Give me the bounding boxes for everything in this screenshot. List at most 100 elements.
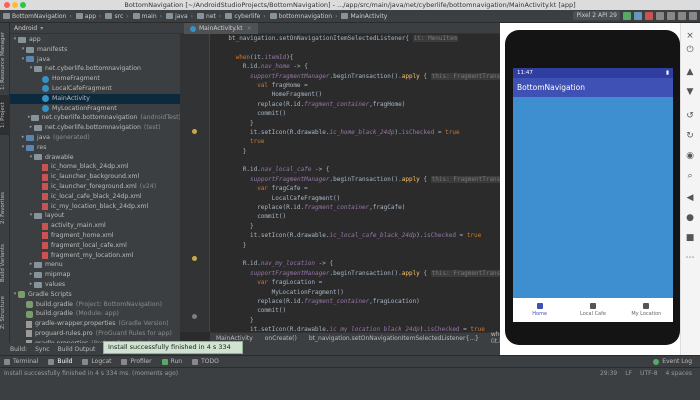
tree-item[interactable]: ▸ net.cyberlife.bottomnavigation (androidT… <box>10 113 180 123</box>
sdk-manager-icon[interactable] <box>678 11 686 20</box>
tool-tab-run[interactable]: Run <box>161 358 182 365</box>
project-view-selector[interactable]: Android ▾ <box>10 23 180 34</box>
tree-item[interactable]: ▸ menu <box>10 260 180 270</box>
more-icon[interactable]: ⋯ <box>684 253 696 263</box>
structure-tab[interactable]: Z: Structure <box>0 293 10 333</box>
tree-item[interactable]: ▸ mipmap <box>10 270 180 280</box>
tool-tab-todo[interactable]: TODO <box>192 358 219 365</box>
tree-item[interactable]: ic_home_black_24dp.xml <box>10 162 180 172</box>
device-screen[interactable]: 11:47 ▮ BottomNavigation Home Local Cafe M… <box>513 68 673 322</box>
tree-item[interactable]: ic_my_location_black_24dp.xml <box>10 202 180 212</box>
tree-item[interactable]: ▸ net.cyberlife.bottomnavigation (test) <box>10 123 180 133</box>
breadcrumb-item[interactable]: bottomnavigation › <box>269 13 337 20</box>
code-editor[interactable]: bt_navigation.setOnNavigationItemSelecte… <box>210 34 500 332</box>
tree-item[interactable]: ic_launcher_background.xml <box>10 172 180 182</box>
tree-item[interactable]: ▾ app <box>10 35 180 45</box>
power-icon[interactable]: ⏻ <box>684 45 696 55</box>
tree-item[interactable]: ▾ drawable <box>10 153 180 163</box>
tree-item[interactable]: fragment_local_cafe.xml <box>10 241 180 251</box>
device-selector[interactable]: Pixel 2 API 29 <box>573 11 620 20</box>
status-widget[interactable]: 4 spaces <box>666 370 692 377</box>
tree-item[interactable]: fragment_home.xml <box>10 231 180 241</box>
tree-item[interactable]: fragment_my_location.xml <box>10 251 180 261</box>
code-token: apply <box>401 175 420 183</box>
status-widget[interactable]: 29:39 <box>600 370 617 377</box>
install-notification[interactable]: Install successfully finished in 4 s 334… <box>103 341 243 362</box>
run-icon[interactable] <box>623 11 631 20</box>
status-message[interactable]: Install successfully finished in 4 s 334… <box>4 370 178 377</box>
tool-tab-profiler[interactable]: Profiler <box>121 358 152 365</box>
project-tab[interactable]: 1: Project <box>0 95 10 135</box>
favorites-tab[interactable]: 2: Favorites <box>0 183 10 233</box>
volume-down-icon[interactable]: ▼ <box>684 87 696 97</box>
avd-manager-icon[interactable] <box>667 11 675 20</box>
tree-item[interactable]: MainActivity <box>10 93 180 104</box>
breadcrumb-item[interactable]: java › <box>166 13 193 20</box>
tree-item[interactable]: ▾ manifests <box>10 45 180 55</box>
tree-item[interactable]: ▸ values <box>10 280 180 290</box>
close-icon[interactable]: × <box>684 31 696 41</box>
implement-marker-icon[interactable] <box>192 129 197 134</box>
bottom-nav-item-local-cafe[interactable]: Local Cafe <box>566 298 619 322</box>
event-log-tab[interactable]: Event Log <box>653 358 692 365</box>
overview-icon[interactable]: ■ <box>684 233 696 243</box>
zoom-icon[interactable]: ⌕ <box>684 171 696 181</box>
tree-item[interactable]: ▾ Gradle Scripts <box>10 290 180 300</box>
breadcrumb-item[interactable]: net › <box>197 13 221 20</box>
close-tab-icon[interactable]: × <box>247 23 252 34</box>
tree-item[interactable]: MyLocationFragment <box>10 104 180 114</box>
sync-tab[interactable]: Sync <box>35 346 49 353</box>
breadcrumb-item[interactable]: cyberlife › <box>225 13 266 20</box>
back-icon[interactable]: ◀ <box>684 193 696 203</box>
breakpoint-marker-icon[interactable] <box>192 314 197 319</box>
tree-item[interactable]: proguard-rules.pro (ProGuard Rules for ap… <box>10 329 180 339</box>
rotate-right-icon[interactable]: ↻ <box>684 131 696 141</box>
stop-icon[interactable] <box>645 11 653 20</box>
camera-icon[interactable]: ◉ <box>684 151 696 161</box>
bottom-nav-item-home[interactable]: Home <box>513 298 566 322</box>
tool-tab-build[interactable]: Build <box>48 358 72 365</box>
build-variants-tab[interactable]: Build Variants <box>0 238 10 288</box>
volume-up-icon[interactable]: ▲ <box>684 67 696 77</box>
tree-item[interactable]: ▾ java <box>10 55 180 65</box>
home-icon[interactable]: ● <box>684 213 696 223</box>
tree-item[interactable]: activity_main.xml <box>10 221 180 231</box>
implement-marker-icon[interactable] <box>192 256 197 261</box>
editor-breadcrumb-item[interactable]: bt_navigation.setOnNavigationItemSelecte… <box>303 335 485 342</box>
tab-mainactivity[interactable]: MainActivity.kt × <box>184 23 258 34</box>
search-icon[interactable] <box>689 11 697 20</box>
rotate-left-icon[interactable]: ↺ <box>684 111 696 121</box>
minimize-window-button[interactable] <box>12 2 18 8</box>
project-tree: ▾ app ▾ manifests ▾ java ▾ net.cyberlife.bottom… <box>10 34 180 353</box>
bottom-nav-item-my-location[interactable]: My Location <box>620 298 673 322</box>
status-widget[interactable]: LF <box>625 370 632 377</box>
tree-item[interactable]: ▾ layout <box>10 211 180 221</box>
tree-item[interactable]: ▾ res <box>10 143 180 153</box>
build-output-tab[interactable]: Build Output <box>58 346 96 353</box>
tree-item[interactable]: LocalCafeFragment <box>10 84 180 94</box>
zoom-window-button[interactable] <box>20 2 26 8</box>
close-window-button[interactable] <box>4 2 10 8</box>
tool-tab-logcat[interactable]: Logcat <box>82 358 111 365</box>
resource-manager-tab[interactable]: 1: Resource Manager <box>0 31 10 91</box>
tree-item[interactable]: ▸ java (generated) <box>10 133 180 143</box>
editor-breadcrumb-item[interactable]: onCreate() <box>259 335 303 342</box>
tool-tab-terminal[interactable]: Terminal <box>4 358 38 365</box>
tree-item[interactable]: build.gradle (Project: BottomNavigation) <box>10 300 180 310</box>
sync-icon[interactable] <box>656 11 664 20</box>
status-widget[interactable]: UTF-8 <box>640 370 658 377</box>
tree-item-label: HomeFragment <box>52 75 100 83</box>
breadcrumb-item[interactable]: src › <box>105 13 129 20</box>
tree-item[interactable]: ic_launcher_foreground.xml (v24) <box>10 182 180 192</box>
debug-icon[interactable] <box>634 11 642 20</box>
breadcrumb-item[interactable]: app › <box>75 13 101 20</box>
tree-item[interactable]: build.gradle (Module: app) <box>10 309 180 319</box>
breadcrumb-item[interactable]: main › <box>132 13 162 20</box>
tree-item[interactable]: ic_local_cafe_black_24dp.xml <box>10 192 180 202</box>
tree-item[interactable]: gradle-wrapper.properties (Gradle Version… <box>10 319 180 329</box>
bottom-nav-label: Home <box>532 311 548 317</box>
tree-item[interactable]: HomeFragment <box>10 74 180 84</box>
breadcrumb-item[interactable]: BottomNavigation › <box>3 13 72 20</box>
breadcrumb-item[interactable]: MainActivity <box>341 13 387 20</box>
tree-item[interactable]: ▾ net.cyberlife.bottomnavigation <box>10 64 180 74</box>
